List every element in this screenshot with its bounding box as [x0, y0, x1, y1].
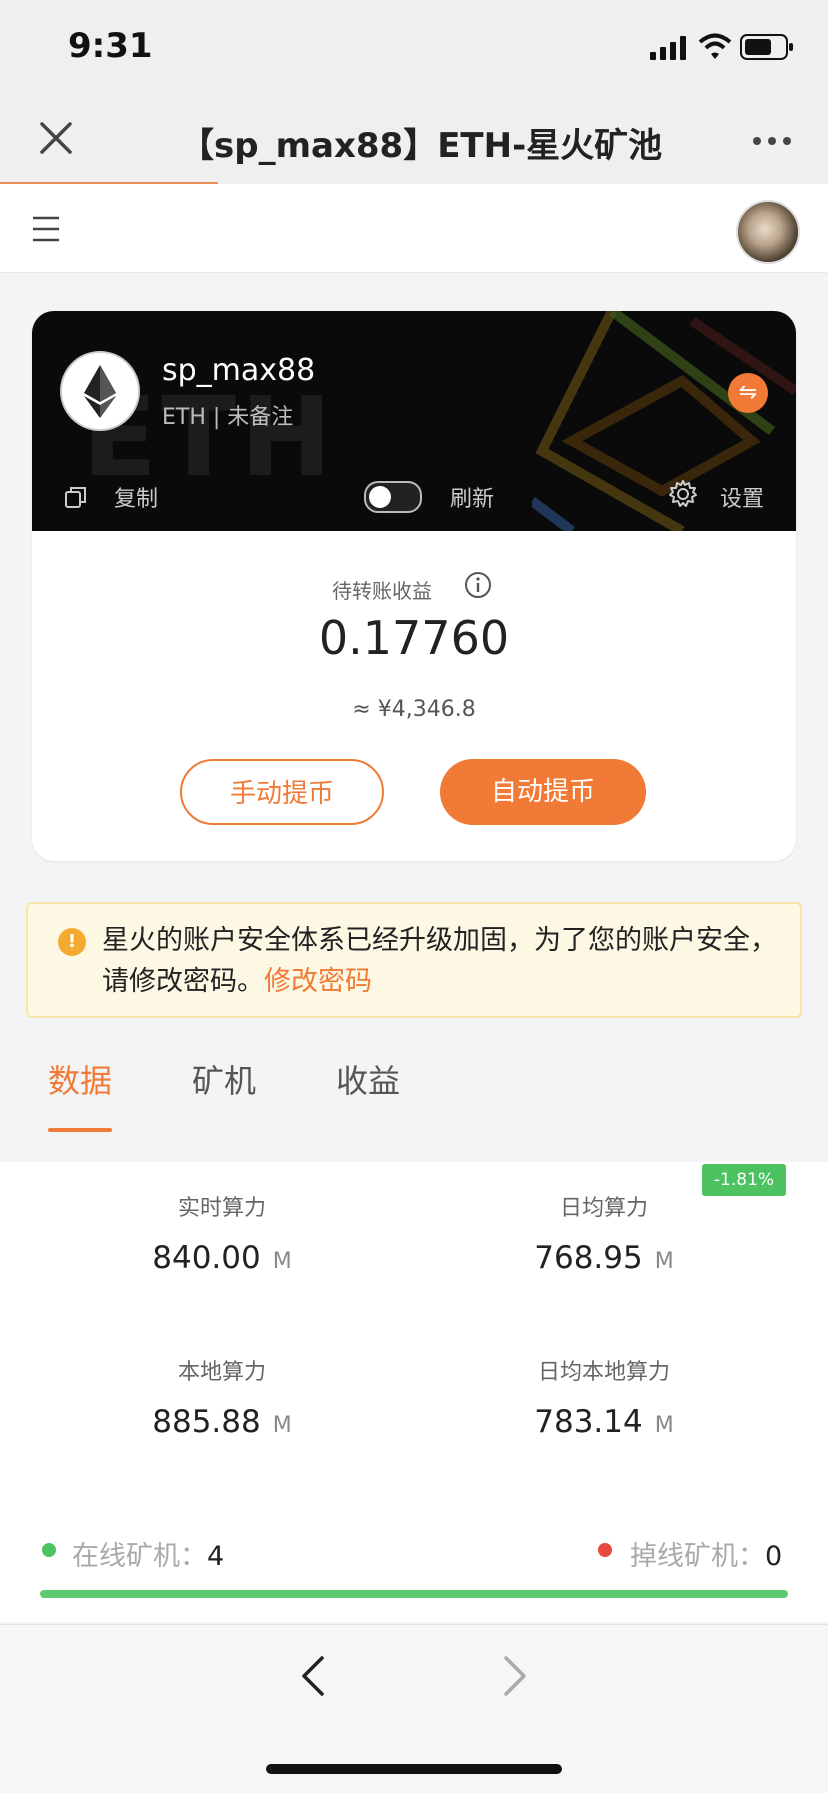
status-time: 9:31 [68, 26, 153, 66]
stat-unit: M [654, 1413, 674, 1438]
forward-chevron-icon[interactable] [502, 1654, 528, 1698]
stat-label-avg-local-hashrate: 日均本地算力 [537, 1360, 670, 1385]
pending-amount-cny: ≈ ¥4,346.8 [352, 697, 476, 722]
toggle-knob [369, 486, 391, 508]
stat-label-avg-hashrate: 日均算力 [559, 1196, 648, 1221]
stat-unit: M [654, 1249, 674, 1274]
signal-icon [650, 36, 686, 60]
security-notice: ! 星火的账户安全体系已经升级加固，为了您的账户安全，请修改密码。修改密码 [26, 902, 802, 1018]
refresh-label: 刷新 [450, 487, 495, 512]
close-icon[interactable] [36, 118, 76, 158]
active-tab-indicator [48, 1128, 112, 1132]
offline-dot-icon [598, 1543, 612, 1557]
online-miners: 在线矿机：4 [72, 1534, 224, 1573]
app-header [0, 184, 828, 273]
change-password-link[interactable]: 修改密码 [264, 966, 372, 997]
home-indicator [266, 1764, 562, 1774]
account-coin-note: ETH | 未备注 [162, 405, 294, 430]
more-options-icon[interactable] [752, 136, 792, 146]
switch-account-button[interactable]: ⇋ [728, 373, 768, 413]
stat-value-local-hashrate: 885.88 M [72, 1404, 372, 1440]
copy-button[interactable]: 复制 [114, 481, 158, 513]
menu-icon[interactable] [32, 216, 60, 242]
wifi-icon [698, 33, 732, 59]
account-card-header: ETH sp_max88 ETH | 未备注 ⇋ 复制 刷新 设置 [32, 311, 796, 531]
stat-value-avg-hashrate: 768.95 M [454, 1240, 754, 1276]
notice-text: 星火的账户安全体系已经升级加固，为了您的账户安全，请修改密码。修改密码 [102, 920, 782, 1002]
account-name: sp_max88 [162, 353, 316, 388]
auto-withdraw-button[interactable]: 自动提币 [440, 759, 646, 825]
tab-miners[interactable]: 矿机 [192, 1056, 256, 1102]
stat-unit: M [272, 1249, 292, 1274]
stat-number: 840.00 [152, 1240, 261, 1276]
pending-earnings-label: 待转账收益 [332, 579, 432, 603]
pending-amount: 0.17760 [318, 611, 510, 665]
online-ratio-bar [40, 1590, 788, 1598]
offline-miners-count: 0 [765, 1541, 783, 1572]
info-icon[interactable] [464, 571, 492, 599]
stat-number: 783.14 [534, 1404, 643, 1440]
stat-number: 885.88 [152, 1404, 261, 1440]
warning-icon: ! [58, 928, 86, 956]
tab-earnings[interactable]: 收益 [336, 1056, 400, 1102]
copy-icon[interactable] [64, 485, 88, 509]
avatar[interactable] [736, 200, 800, 264]
stat-value-avg-local-hashrate: 783.14 M [454, 1404, 754, 1440]
battery-icon [740, 34, 793, 60]
stat-number: 768.95 [534, 1240, 643, 1276]
stat-value-realtime-hashrate: 840.00 M [72, 1240, 372, 1276]
online-miners-label: 在线矿机： [72, 1541, 207, 1572]
stat-unit: M [272, 1413, 292, 1438]
tab-data[interactable]: 数据 [48, 1056, 112, 1102]
offline-miners: 掉线矿机：0 [630, 1534, 782, 1573]
stat-label-realtime-hashrate: 实时算力 [177, 1196, 266, 1221]
online-dot-icon [42, 1543, 56, 1557]
settings-button[interactable]: 设置 [720, 481, 764, 513]
online-miners-count: 4 [207, 1541, 225, 1572]
refresh-toggle[interactable] [364, 481, 422, 513]
gear-icon[interactable] [668, 479, 698, 509]
eth-logo [60, 351, 140, 431]
offline-miners-label: 掉线矿机： [630, 1541, 765, 1572]
stat-label-local-hashrate: 本地算力 [177, 1360, 266, 1385]
manual-withdraw-button[interactable]: 手动提币 [180, 759, 384, 825]
ethereum-icon [84, 365, 116, 418]
notice-message: 星火的账户安全体系已经升级加固，为了您的账户安全，请修改密码。 [102, 925, 777, 997]
back-chevron-icon[interactable] [300, 1654, 326, 1698]
page-title: 【sp_max88】ETH-星火矿池 | S [180, 126, 670, 166]
account-card: ETH sp_max88 ETH | 未备注 ⇋ 复制 刷新 设置 待转账收益 … [32, 311, 796, 861]
